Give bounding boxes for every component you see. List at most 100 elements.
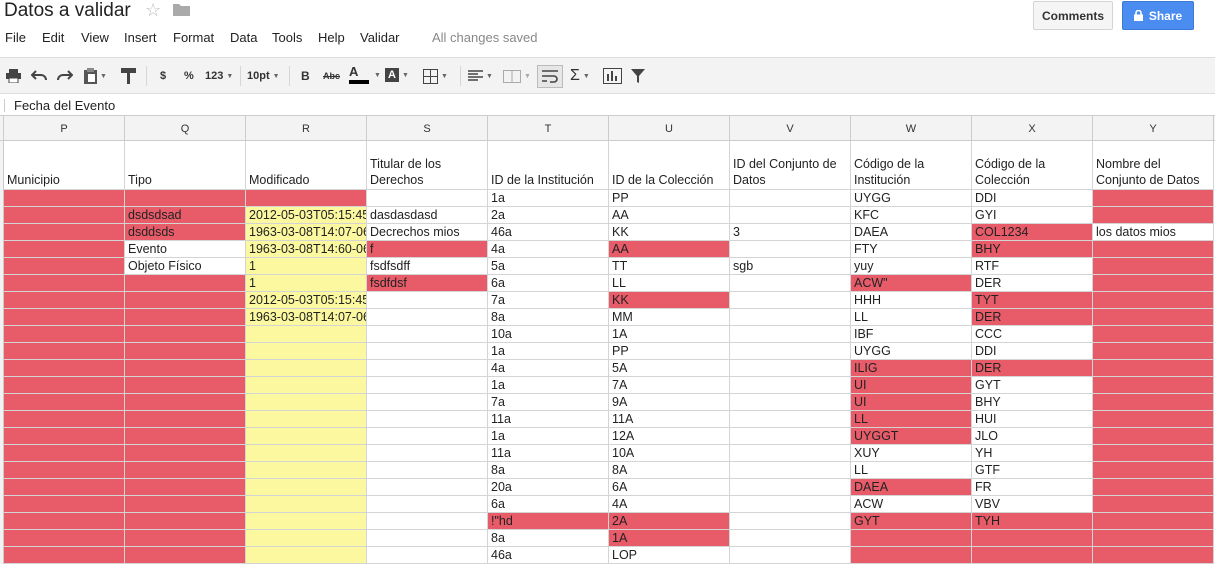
table-cell[interactable]: [4, 360, 125, 377]
table-cell[interactable]: 1963-03-08T14:07-06: [246, 309, 367, 326]
table-cell[interactable]: BHY: [972, 394, 1093, 411]
table-cell[interactable]: [246, 377, 367, 394]
redo-icon[interactable]: [57, 67, 73, 85]
table-cell[interactable]: 10a: [488, 326, 609, 343]
table-cell[interactable]: ACW: [851, 496, 972, 513]
table-cell[interactable]: [730, 343, 851, 360]
table-cell[interactable]: DDI: [972, 343, 1093, 360]
text-color-button[interactable]: A: [349, 64, 369, 88]
table-cell[interactable]: yuy: [851, 258, 972, 275]
table-cell[interactable]: LL: [851, 411, 972, 428]
table-cell[interactable]: 7A: [609, 377, 730, 394]
menu-tools[interactable]: Tools: [272, 30, 302, 45]
table-cell[interactable]: [1093, 275, 1214, 292]
undo-icon[interactable]: [31, 67, 47, 85]
paint-format-icon[interactable]: [121, 67, 136, 85]
table-cell[interactable]: [125, 462, 246, 479]
table-cell[interactable]: [246, 411, 367, 428]
folder-icon[interactable]: [173, 3, 190, 16]
menu-format[interactable]: Format: [173, 30, 214, 45]
menu-data[interactable]: Data: [230, 30, 257, 45]
text-color-caret-icon[interactable]: ▼: [374, 72, 381, 79]
share-button[interactable]: Share: [1122, 1, 1194, 30]
table-cell[interactable]: [367, 479, 488, 496]
table-cell[interactable]: sgb: [730, 258, 851, 275]
header-cell[interactable]: Modificado: [246, 141, 367, 190]
table-cell[interactable]: 4a: [488, 360, 609, 377]
table-cell[interactable]: [125, 394, 246, 411]
table-cell[interactable]: 1A: [609, 530, 730, 547]
table-cell[interactable]: [367, 326, 488, 343]
table-cell[interactable]: [4, 190, 125, 207]
table-cell[interactable]: [730, 445, 851, 462]
paste-icon[interactable]: ▼: [84, 67, 107, 85]
table-cell[interactable]: [730, 275, 851, 292]
table-cell[interactable]: [125, 326, 246, 343]
table-cell[interactable]: [4, 207, 125, 224]
table-cell[interactable]: JLO: [972, 428, 1093, 445]
table-cell[interactable]: LOP: [609, 547, 730, 564]
table-cell[interactable]: RTF: [972, 258, 1093, 275]
table-cell[interactable]: 2012-05-03T05:15:45: [246, 292, 367, 309]
table-cell[interactable]: GTF: [972, 462, 1093, 479]
table-cell[interactable]: 7a: [488, 292, 609, 309]
table-cell[interactable]: los datos mios: [1093, 224, 1214, 241]
table-cell[interactable]: [125, 411, 246, 428]
table-cell[interactable]: [4, 513, 125, 530]
column-header-u[interactable]: U: [609, 116, 730, 141]
table-cell[interactable]: CCC: [972, 326, 1093, 343]
chart-icon[interactable]: [603, 67, 622, 85]
table-cell[interactable]: [1093, 411, 1214, 428]
table-cell[interactable]: UYGG: [851, 343, 972, 360]
table-cell[interactable]: 1: [246, 275, 367, 292]
table-cell[interactable]: [4, 462, 125, 479]
table-cell[interactable]: [4, 343, 125, 360]
table-cell[interactable]: [1093, 207, 1214, 224]
table-cell[interactable]: !"hd: [488, 513, 609, 530]
table-cell[interactable]: 11a: [488, 411, 609, 428]
table-cell[interactable]: 1: [246, 258, 367, 275]
table-cell[interactable]: [367, 360, 488, 377]
table-cell[interactable]: [4, 377, 125, 394]
table-cell[interactable]: [1093, 394, 1214, 411]
table-cell[interactable]: [246, 462, 367, 479]
table-cell[interactable]: 7a: [488, 394, 609, 411]
table-cell[interactable]: TYT: [972, 292, 1093, 309]
table-cell[interactable]: [972, 547, 1093, 564]
header-cell[interactable]: Código de la Colección: [972, 141, 1093, 190]
table-cell[interactable]: UYGG: [851, 190, 972, 207]
table-cell[interactable]: [4, 394, 125, 411]
table-cell[interactable]: dsddsds: [125, 224, 246, 241]
table-cell[interactable]: [246, 394, 367, 411]
column-header-y[interactable]: Y: [1093, 116, 1214, 141]
table-cell[interactable]: 1a: [488, 428, 609, 445]
table-cell[interactable]: [246, 530, 367, 547]
menu-insert[interactable]: Insert: [124, 30, 157, 45]
table-cell[interactable]: Decrechos mios: [367, 224, 488, 241]
header-cell[interactable]: Código de la Institución: [851, 141, 972, 190]
column-header-w[interactable]: W: [851, 116, 972, 141]
table-cell[interactable]: [730, 513, 851, 530]
filter-icon[interactable]: [631, 67, 645, 85]
table-cell[interactable]: [125, 530, 246, 547]
functions-icon[interactable]: Σ ▼: [570, 67, 590, 85]
column-header-v[interactable]: V: [730, 116, 851, 141]
table-cell[interactable]: HHH: [851, 292, 972, 309]
menu-edit[interactable]: Edit: [42, 30, 64, 45]
table-cell[interactable]: [730, 496, 851, 513]
table-cell[interactable]: [4, 292, 125, 309]
table-cell[interactable]: [4, 258, 125, 275]
header-cell[interactable]: ID del Conjunto de Datos: [730, 141, 851, 190]
table-cell[interactable]: [1093, 479, 1214, 496]
table-cell[interactable]: [367, 513, 488, 530]
table-cell[interactable]: [367, 428, 488, 445]
column-header-q[interactable]: Q: [125, 116, 246, 141]
table-cell[interactable]: 5a: [488, 258, 609, 275]
table-cell[interactable]: Evento: [125, 241, 246, 258]
table-cell[interactable]: DER: [972, 309, 1093, 326]
table-cell[interactable]: [1093, 547, 1214, 564]
document-title[interactable]: Datos a validar: [4, 0, 131, 22]
table-cell[interactable]: 8A: [609, 462, 730, 479]
table-cell[interactable]: LL: [851, 462, 972, 479]
borders-icon[interactable]: ▼: [423, 67, 448, 85]
